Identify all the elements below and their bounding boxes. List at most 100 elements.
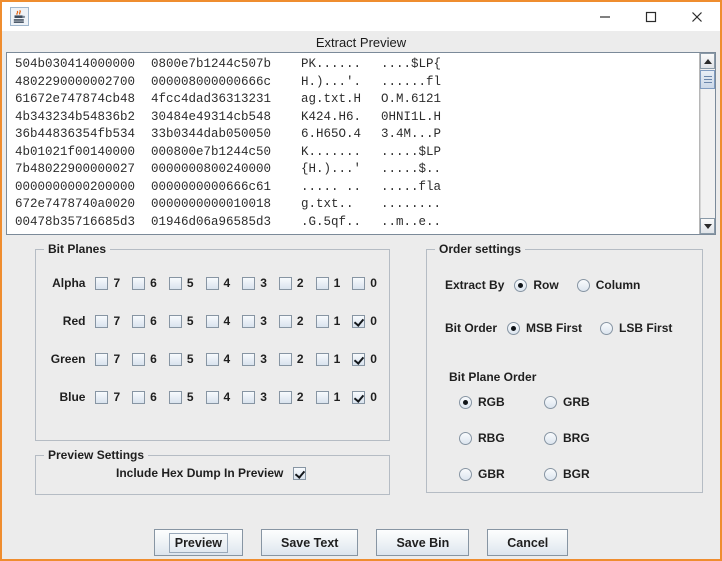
radio-option-bit-order-lsb-first[interactable]: LSB First	[600, 321, 672, 335]
radio-option-extract-by-row[interactable]: Row	[514, 278, 559, 292]
radio-option-bit-plane-order-rgb[interactable]: RGB	[459, 395, 544, 409]
bit-cell: 6	[132, 352, 169, 366]
radio-bit-plane-order-gbr[interactable]	[459, 467, 472, 481]
checkbox-blue-bit-5[interactable]	[168, 390, 182, 404]
bit-plane-row-green: Green 7 6 5 4 3 2 1 0	[36, 348, 389, 370]
checkbox-red-bit-3[interactable]	[242, 314, 256, 328]
bit-number-label: 0	[370, 390, 377, 404]
checkbox-red-bit-2[interactable]	[278, 314, 292, 328]
radio-option-bit-plane-order-bgr[interactable]: BGR	[544, 467, 629, 481]
checkbox-green-bit-2[interactable]	[278, 352, 292, 366]
scrollbar-track[interactable]	[700, 69, 715, 218]
checkbox-blue-bit-2[interactable]	[278, 390, 292, 404]
include-hex-dump-checkbox[interactable]	[293, 466, 307, 480]
ascii-col-2: ..m..e..	[381, 214, 442, 229]
preview-button[interactable]: Preview	[153, 529, 243, 556]
bit-number-label: 4	[223, 276, 231, 290]
bit-number-label: 4	[223, 390, 231, 404]
bit-number-label: 6	[150, 352, 157, 366]
checkbox-alpha-bit-5[interactable]	[168, 276, 182, 290]
bit-cell: 1	[315, 276, 353, 290]
checkbox-green-bit-1[interactable]	[315, 352, 329, 366]
radio-option-bit-plane-order-grb[interactable]: GRB	[544, 395, 629, 409]
bit-number-label: 4	[223, 314, 231, 328]
radio-bit-plane-order-grb[interactable]	[544, 395, 557, 409]
bit-cell: 2	[278, 352, 316, 366]
button-label: Save Text	[281, 535, 339, 550]
hex-col-1: 672e7478740a0020	[15, 197, 136, 211]
radio-label: BGR	[563, 467, 590, 481]
radio-bit-plane-order-bgr[interactable]	[544, 467, 557, 481]
radio-bit-plane-order-rbg[interactable]	[459, 431, 472, 445]
cancel-button[interactable]: Cancel	[487, 529, 569, 556]
close-icon[interactable]	[674, 2, 720, 31]
checkbox-alpha-bit-0[interactable]	[352, 276, 366, 290]
bit-number-label: 2	[296, 276, 304, 290]
checkbox-green-bit-5[interactable]	[168, 352, 182, 366]
radio-extract-by-row[interactable]	[514, 278, 528, 292]
bit-number-label: 5	[186, 352, 194, 366]
scroll-down-arrow-icon[interactable]	[700, 218, 715, 234]
bit-plane-row-label: Green	[50, 352, 86, 366]
checkbox-red-bit-1[interactable]	[315, 314, 329, 328]
bit-cell: 3	[242, 314, 279, 328]
radio-extract-by-column[interactable]	[576, 278, 590, 292]
bit-cell: 6	[132, 390, 169, 404]
bit-cell: 0	[352, 276, 389, 290]
scrollbar-thumb[interactable]	[700, 70, 715, 89]
button-label: Preview	[168, 532, 228, 553]
radio-bit-order-msb-first[interactable]	[507, 321, 521, 335]
checkbox-alpha-bit-4[interactable]	[205, 276, 219, 290]
scroll-up-arrow-icon[interactable]	[700, 53, 715, 69]
hex-col-2: 01946d06a96585d3	[151, 214, 272, 229]
bit-cell: 4	[205, 314, 243, 328]
radio-bit-order-lsb-first[interactable]	[600, 321, 614, 335]
minimize-icon[interactable]	[582, 2, 628, 31]
bit-number-label: 7	[113, 352, 121, 366]
radio-bit-plane-order-brg[interactable]	[544, 431, 557, 445]
dialog-button-bar: Preview Save Text Save Bin Cancel	[2, 529, 720, 556]
radio-option-bit-plane-order-rbg[interactable]: RBG	[459, 431, 544, 445]
radio-option-bit-order-msb-first[interactable]: MSB First	[507, 321, 582, 335]
checkbox-blue-bit-0[interactable]	[352, 390, 366, 404]
checkbox-blue-bit-6[interactable]	[132, 390, 146, 404]
radio-option-bit-plane-order-gbr[interactable]: GBR	[459, 467, 544, 481]
radio-option-extract-by-column[interactable]: Column	[576, 278, 640, 292]
checkbox-blue-bit-1[interactable]	[315, 390, 329, 404]
radio-label: BRG	[563, 431, 590, 445]
checkbox-red-bit-6[interactable]	[132, 314, 146, 328]
bit-cell: 0	[352, 390, 389, 404]
button-label: Save Bin	[396, 535, 450, 550]
checkbox-alpha-bit-6[interactable]	[132, 276, 146, 290]
checkbox-blue-bit-4[interactable]	[205, 390, 219, 404]
hex-col-2: 33b0344dab050050	[151, 127, 272, 141]
checkbox-green-bit-7[interactable]	[95, 352, 109, 366]
bit-number-label: 3	[260, 390, 267, 404]
checkbox-red-bit-4[interactable]	[205, 314, 219, 328]
bit-cell: 3	[242, 276, 279, 290]
checkbox-green-bit-6[interactable]	[132, 352, 146, 366]
checkbox-blue-bit-7[interactable]	[95, 390, 109, 404]
checkbox-green-bit-4[interactable]	[205, 352, 219, 366]
checkbox-blue-bit-3[interactable]	[242, 390, 256, 404]
radio-option-bit-plane-order-brg[interactable]: BRG	[544, 431, 629, 445]
checkbox-alpha-bit-7[interactable]	[95, 276, 109, 290]
checkbox-green-bit-3[interactable]	[242, 352, 256, 366]
maximize-icon[interactable]	[628, 2, 674, 31]
checkbox-alpha-bit-3[interactable]	[242, 276, 256, 290]
checkbox-green-bit-0[interactable]	[352, 352, 366, 366]
bit-cell: 7	[95, 314, 132, 328]
checkbox-red-bit-7[interactable]	[95, 314, 109, 328]
save-text-button[interactable]: Save Text	[261, 529, 359, 556]
include-hex-dump-row: Include Hex Dump In Preview	[116, 466, 307, 480]
save-bin-button[interactable]: Save Bin	[376, 529, 470, 556]
checkbox-alpha-bit-1[interactable]	[315, 276, 329, 290]
hex-preview-area[interactable]: 504b030414000000 0800e7b1244c507b PK......…	[6, 52, 716, 235]
bit-cell: 2	[278, 390, 316, 404]
radio-bit-plane-order-rgb[interactable]	[459, 395, 472, 409]
preview-vertical-scrollbar[interactable]	[699, 53, 715, 234]
checkbox-red-bit-5[interactable]	[168, 314, 182, 328]
checkbox-red-bit-0[interactable]	[352, 314, 366, 328]
bit-cell: 1	[315, 314, 353, 328]
checkbox-alpha-bit-2[interactable]	[278, 276, 292, 290]
